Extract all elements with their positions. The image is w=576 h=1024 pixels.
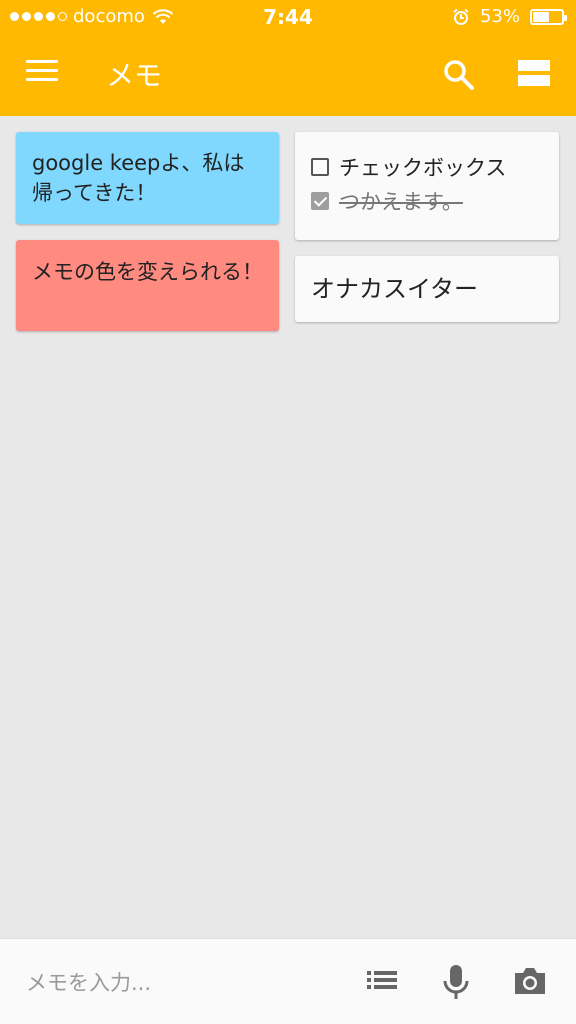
new-note-bar: メモを入力...	[0, 938, 576, 1024]
view-toggle-icon[interactable]	[518, 60, 550, 88]
battery-percent: 53%	[479, 6, 520, 27]
note-text: メモの色を変えられる！	[32, 260, 263, 284]
note-card[interactable]: オナカスイター	[295, 256, 559, 322]
list-icon[interactable]	[366, 963, 398, 997]
note-text: オナカスイター	[311, 275, 479, 303]
checkbox-unchecked[interactable]	[311, 158, 329, 176]
menu-button[interactable]	[26, 60, 58, 88]
menu-icon	[26, 60, 58, 63]
note-card[interactable]: メモの色を変えられる！	[16, 240, 279, 331]
search-icon[interactable]	[442, 58, 476, 92]
note-text: google keepよ、私は帰ってきた！	[32, 151, 245, 205]
alarm-icon	[453, 8, 469, 25]
checkbox-checked[interactable]	[311, 192, 329, 210]
checklist-item: つかえます。	[311, 184, 543, 218]
new-note-input[interactable]: メモを入力...	[26, 967, 151, 997]
toolbar: メモ	[0, 34, 576, 116]
page-title: メモ	[106, 59, 163, 92]
note-card[interactable]: google keepよ、私は帰ってきた！	[16, 132, 279, 224]
mic-icon[interactable]	[440, 963, 472, 1001]
battery-icon	[530, 8, 567, 25]
status-bar: docomo 7:44 53%	[0, 0, 576, 34]
camera-icon[interactable]	[512, 963, 548, 999]
checklist-item: チェックボックス	[311, 150, 543, 184]
checklist-item-text: つかえます。	[339, 190, 463, 214]
status-right: 53%	[452, 6, 567, 27]
checklist-item-text: チェックボックス	[339, 156, 507, 180]
screen: docomo 7:44 53% メモ google keepよ、私は帰ってきた！…	[0, 0, 576, 1024]
checklist-note-card[interactable]: チェックボックス つかえます。	[295, 132, 559, 240]
app-bar: docomo 7:44 53% メモ	[0, 0, 576, 116]
